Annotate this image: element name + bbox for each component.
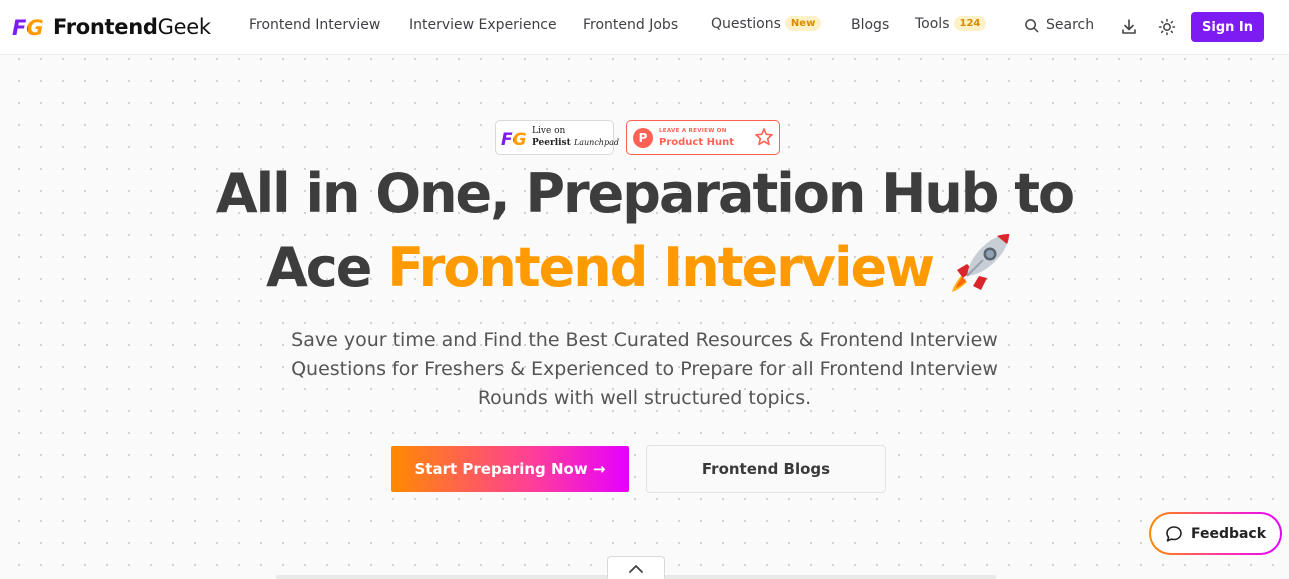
nav-blogs[interactable]: Blogs (851, 17, 889, 33)
nav-frontend-interview[interactable]: Frontend Interview (249, 17, 380, 33)
nav-tools[interactable]: Tools 124 (915, 16, 987, 32)
feedback-button[interactable]: Feedback (1149, 512, 1282, 555)
hero-title-plain: Ace (265, 236, 372, 299)
sun-icon[interactable] (1158, 18, 1176, 36)
chevron-up-icon (629, 564, 643, 573)
logo-mark-text: FG (12, 16, 44, 40)
tools-count-badge: 124 (953, 16, 987, 31)
hero-subtitle-line: Save your time and Find the Best Curated… (291, 329, 998, 351)
logo-text: FrontendGeek (53, 15, 211, 39)
product-hunt-tagline: LEAVE A REVIEW ON (659, 128, 727, 134)
collapse-toggle[interactable] (607, 556, 665, 579)
search-button[interactable]: Search (1024, 17, 1094, 33)
frontend-blogs-button[interactable]: Frontend Blogs (646, 445, 886, 493)
sign-in-button[interactable]: Sign In (1191, 12, 1264, 42)
peerlist-launch-badge[interactable]: FG Live on Peerlist Launchpad (495, 120, 619, 155)
hero-subtitle-line: Questions for Freshers & Experienced to … (291, 358, 998, 380)
nav-frontend-jobs[interactable]: Frontend Jobs (583, 17, 678, 33)
start-preparing-button[interactable]: Start Preparing Now → (391, 446, 629, 492)
product-hunt-badge[interactable]: P LEAVE A REVIEW ON Product Hunt (626, 120, 780, 155)
peerlist-mark-text: FG (501, 130, 527, 148)
nav-questions[interactable]: Questions New (711, 16, 822, 32)
feedback-label: Feedback (1190, 525, 1267, 542)
feedback-button-inner: Feedback (1151, 514, 1280, 553)
hero-subtitle: Save your time and Find the Best Curated… (250, 326, 1039, 413)
download-icon[interactable] (1120, 18, 1138, 36)
hero-title-line-1: All in One, Preparation Hub to (215, 162, 1075, 225)
peerlist-launchpad: Launchpad (573, 138, 619, 147)
peerlist-live-on: Live on (532, 126, 566, 136)
hero-title-accent: Frontend Interview (387, 236, 935, 299)
search-icon (1025, 18, 1039, 32)
product-hunt-name: Product Hunt (659, 137, 734, 148)
chat-bubble-icon (1166, 525, 1182, 542)
nav-interview-experience[interactable]: Interview Experience (409, 17, 557, 33)
logo-link[interactable]: FG FrontendGeek (11, 13, 211, 41)
peerlist-name: Peerlist Launchpad (532, 138, 619, 148)
hero-subtitle-line: Rounds with well structured topics. (477, 387, 812, 409)
peerlist-name-text: Peerlist (532, 138, 571, 148)
product-hunt-logo-icon: P (633, 128, 653, 148)
navbar: FG FrontendGeek Frontend Interview Inter… (0, 0, 1289, 55)
logo-name-regular: Geek (157, 15, 211, 39)
rocket-icon (952, 234, 1009, 292)
nav-tools-label: Tools (915, 16, 950, 32)
logo-name-bold: Frontend (53, 15, 158, 39)
nav-questions-label: Questions (711, 16, 781, 32)
search-label: Search (1046, 17, 1095, 33)
hero-title-line-2: Ace Frontend Interview (0, 230, 1289, 299)
logo-icon: FG (12, 16, 44, 40)
star-icon (755, 128, 773, 146)
new-badge: New (784, 16, 822, 31)
peerlist-logo-icon: FG (501, 130, 527, 148)
